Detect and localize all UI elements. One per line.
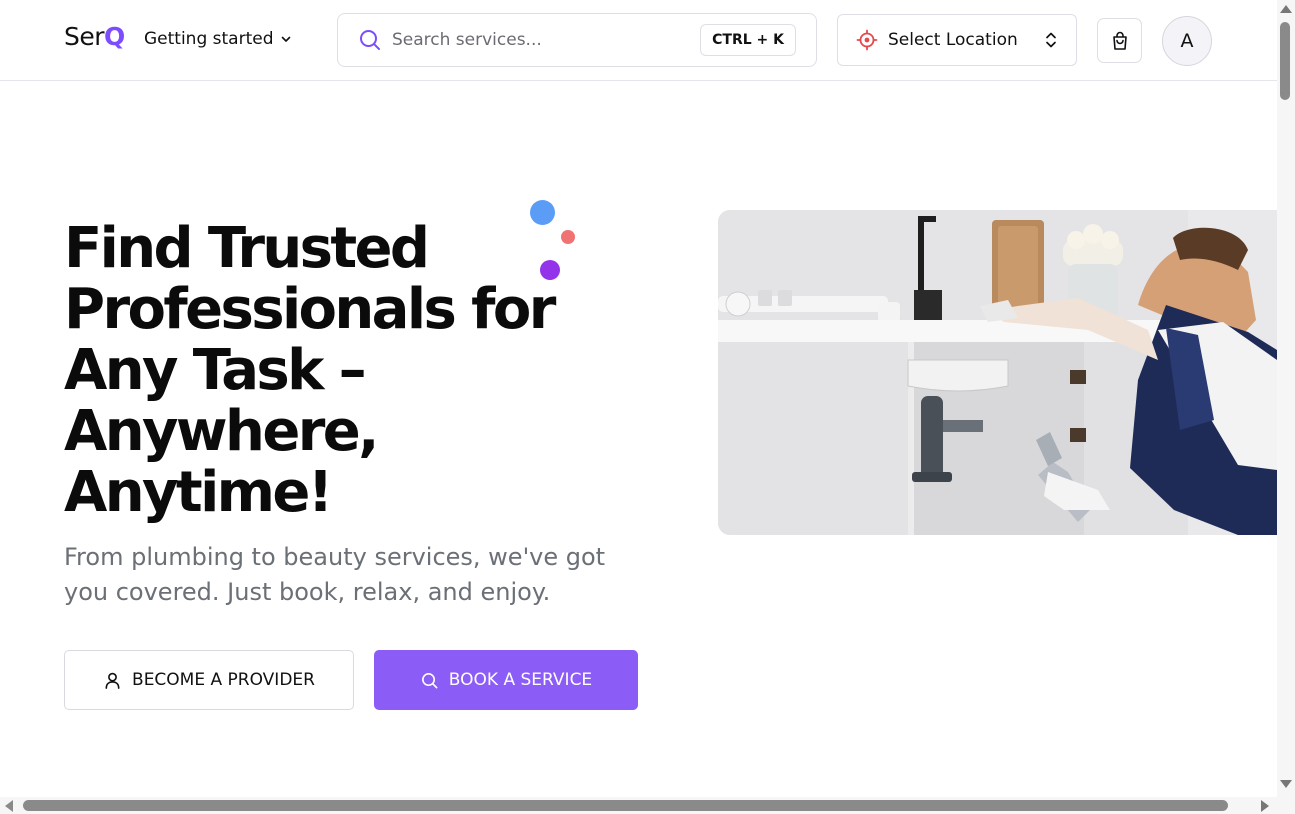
cart-button[interactable]	[1097, 18, 1142, 63]
horizontal-scroll-thumb[interactable]	[23, 800, 1228, 811]
vertical-scroll-thumb[interactable]	[1280, 22, 1290, 100]
become-provider-button[interactable]: BECOME A PROVIDER	[64, 650, 354, 710]
shopping-bag-icon	[1112, 31, 1127, 50]
top-navbar: SerQ Getting started Search services... …	[0, 0, 1277, 81]
book-service-label: BOOK A SERVICE	[448, 670, 593, 690]
logo-accent: Q	[104, 22, 125, 51]
page: SerQ Getting started Search services... …	[0, 0, 1277, 797]
horizontal-scrollbar[interactable]	[0, 797, 1277, 814]
location-selector[interactable]: Select Location	[837, 14, 1077, 66]
become-provider-label: BECOME A PROVIDER	[132, 670, 315, 690]
search-icon	[360, 30, 380, 50]
getting-started-label: Getting started	[144, 29, 274, 49]
logo-text: Ser	[64, 22, 105, 51]
chevron-up-down-icon	[1046, 32, 1056, 48]
getting-started-menu[interactable]: Getting started	[144, 29, 292, 49]
decorative-dot-red	[561, 230, 575, 244]
location-target-icon	[856, 29, 878, 51]
search-placeholder: Search services...	[392, 30, 542, 50]
vertical-scrollbar[interactable]	[1277, 0, 1295, 797]
user-icon	[105, 672, 120, 689]
hero-headline: Find Trusted Professionals for Any Task …	[64, 216, 556, 525]
book-service-button[interactable]: BOOK A SERVICE	[374, 650, 638, 710]
scrollbar-corner	[1277, 797, 1295, 814]
hero-image	[718, 210, 1277, 535]
search-bar[interactable]: Search services... CTRL + K	[337, 13, 817, 67]
keyboard-shortcut-badge: CTRL + K	[700, 24, 796, 56]
search-icon	[421, 672, 438, 688]
scroll-right-arrow-icon[interactable]	[1261, 800, 1269, 812]
chevron-down-icon	[281, 36, 290, 42]
scroll-up-arrow-icon[interactable]	[1280, 5, 1292, 13]
hero-subtitle: From plumbing to beauty services, we've …	[64, 543, 606, 606]
user-avatar[interactable]: A	[1162, 16, 1212, 66]
location-label: Select Location	[888, 30, 1018, 50]
scroll-down-arrow-icon[interactable]	[1280, 780, 1292, 788]
plumber-illustration	[718, 210, 1277, 535]
scroll-left-arrow-icon[interactable]	[5, 800, 13, 812]
logo[interactable]: SerQ	[64, 22, 125, 51]
